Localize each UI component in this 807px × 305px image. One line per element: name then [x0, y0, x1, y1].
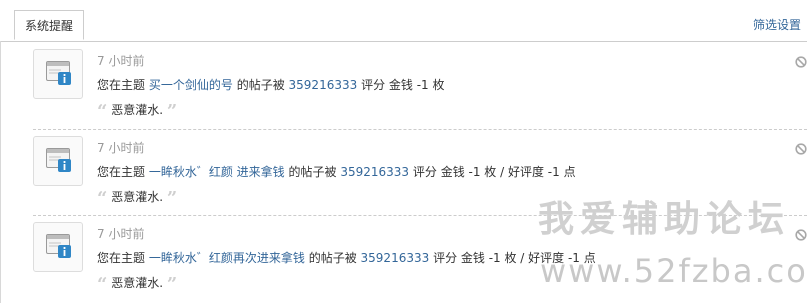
notice-prefix: 您在主题: [97, 78, 146, 92]
close-quote-icon: ”: [166, 188, 178, 209]
reason-text: 恶意灌水.: [111, 103, 164, 117]
notice-text: 您在主题 买一个剑仙的号 的帖子被 359216333 评分 金钱 -1 枚: [97, 76, 445, 93]
reason-text: 恶意灌水.: [111, 190, 164, 204]
thread-link[interactable]: 一眸秋水゛红颜 进来拿钱: [149, 165, 285, 179]
watermark-url: www.52fzba.com: [540, 252, 807, 290]
tab-bar: 系统提醒 筛选设置: [0, 0, 807, 42]
open-quote-icon: “: [97, 101, 108, 122]
close-quote-icon: ”: [166, 101, 178, 122]
notice-item: 7 小时前 您在主题 买一个剑仙的号 的帖子被 359216333 评分 金钱 …: [33, 46, 807, 132]
rate-reason: “ 恶意灌水. ”: [97, 188, 177, 209]
notice-suffix: 评分 金钱 -1 枚 / 好评度 -1 点: [412, 165, 576, 179]
notice-mid: 的帖子被: [308, 251, 357, 265]
open-quote-icon: “: [97, 274, 108, 295]
notice-mid: 的帖子被: [288, 165, 337, 179]
rate-reason: “ 恶意灌水. ”: [97, 274, 177, 295]
notice-text: 您在主题 一眸秋水゛红颜 进来拿钱 的帖子被 359216333 评分 金钱 -…: [97, 163, 576, 180]
delete-icon[interactable]: [795, 143, 807, 158]
notice-time: 7 小时前: [97, 227, 145, 241]
info-window-icon: [33, 49, 83, 99]
left-border: [0, 41, 1, 303]
watermark-title: 我爱辅助论坛: [538, 199, 791, 240]
thread-link[interactable]: 一眸秋水゛红颜再次进来拿钱: [149, 251, 305, 265]
user-link[interactable]: 359216333: [361, 251, 430, 265]
reason-text: 恶意灌水.: [111, 276, 164, 290]
delete-icon[interactable]: [795, 56, 807, 71]
open-quote-icon: “: [97, 188, 108, 209]
notice-text: 您在主题 一眸秋水゛红颜再次进来拿钱 的帖子被 359216333 评分 金钱 …: [97, 249, 596, 266]
tab-system-notice[interactable]: 系统提醒: [14, 10, 84, 40]
thread-link[interactable]: 买一个剑仙的号: [149, 78, 233, 92]
user-link[interactable]: 359216333: [289, 78, 358, 92]
notice-prefix: 您在主题: [97, 251, 146, 265]
notice-prefix: 您在主题: [97, 165, 146, 179]
delete-icon[interactable]: [795, 229, 807, 244]
close-quote-icon: ”: [166, 274, 178, 295]
filter-settings-link[interactable]: 筛选设置: [753, 16, 801, 33]
user-link[interactable]: 359216333: [340, 165, 409, 179]
notice-time: 7 小时前: [97, 141, 145, 155]
rate-reason: “ 恶意灌水. ”: [97, 101, 177, 122]
info-window-icon: [33, 136, 83, 186]
notice-time: 7 小时前: [97, 54, 145, 68]
divider: [33, 129, 807, 130]
notice-mid: 的帖子被: [236, 78, 285, 92]
notice-suffix: 评分 金钱 -1 枚: [361, 78, 445, 92]
info-window-icon: [33, 222, 83, 272]
